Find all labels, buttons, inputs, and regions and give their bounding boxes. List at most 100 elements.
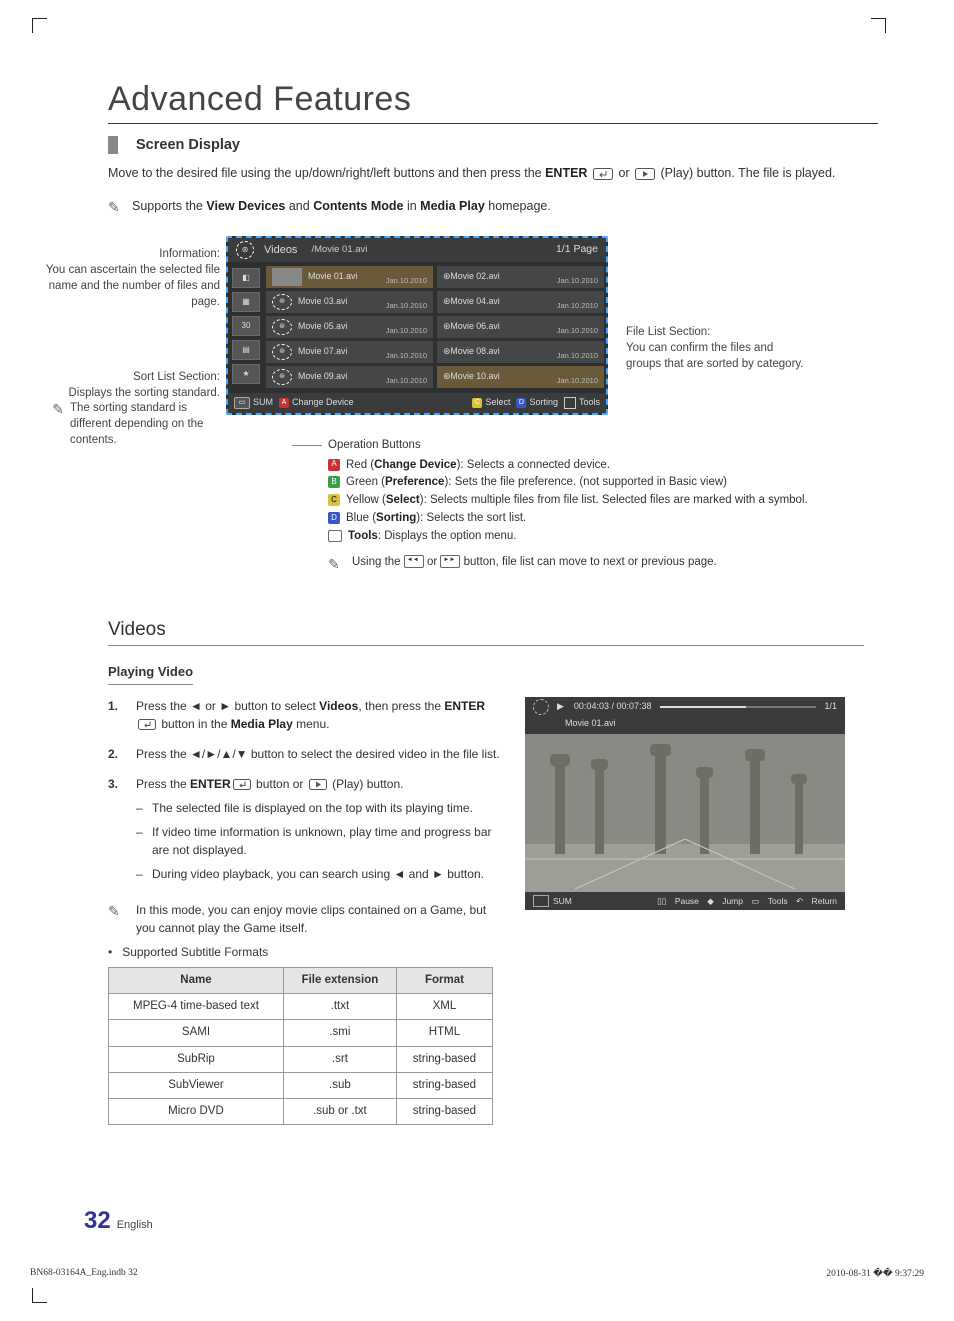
reel-icon: ⊛ xyxy=(272,294,292,310)
sort-icon[interactable]: 30 xyxy=(232,316,260,336)
sort-icon[interactable]: ▦ xyxy=(232,292,260,312)
intro-span: Move to the desired file using the up/do… xyxy=(108,166,545,180)
file-item[interactable]: ⊛Movie 08.aviJan.10.2010 xyxy=(437,341,604,363)
sort-icon[interactable]: ★ xyxy=(232,364,260,384)
player-sum: SUM xyxy=(553,895,572,908)
sort-note: The sorting standard is different depend… xyxy=(70,400,220,448)
crop-mark-tl xyxy=(32,18,47,33)
subtitle-table: NameFile extensionFormat MPEG-4 time-bas… xyxy=(108,967,493,1126)
intro-text: Move to the desired file using the up/do… xyxy=(108,164,864,183)
reel-icon: ⊛ xyxy=(443,270,450,283)
sort-icon[interactable]: ▤ xyxy=(232,340,260,360)
intro-enter: ENTER xyxy=(545,166,587,180)
n1e: in xyxy=(407,199,420,213)
op-red: Red (Change Device): Selects a connected… xyxy=(346,457,610,475)
panel-title: Videos xyxy=(264,242,297,259)
file-item[interactable]: ⊛Movie 10.aviJan.10.2010 xyxy=(437,366,604,388)
panel-path: /Movie 01.avi xyxy=(311,243,556,257)
sort-icon[interactable]: ◧ xyxy=(232,268,260,288)
reel-icon xyxy=(533,699,549,715)
sub1: The selected file is displayed on the to… xyxy=(152,799,473,817)
player-foot-actions: ▯▯ Pause ◆ Jump ▭ Tools ↶ Return xyxy=(651,895,837,908)
file-item[interactable]: ⊛Movie 07.aviJan.10.2010 xyxy=(266,341,433,363)
yellow-c-icon: C xyxy=(328,494,340,506)
n1d: Contents Mode xyxy=(313,199,403,213)
sub2: If video time information is unknown, pl… xyxy=(152,823,503,859)
tools-icon xyxy=(564,397,576,409)
foot-tools[interactable]: Tools xyxy=(579,396,600,410)
play-icon xyxy=(635,168,655,180)
tools-icon xyxy=(328,530,342,542)
n1g: homepage. xyxy=(488,199,551,213)
op-green: Green (Preference): Sets the file prefer… xyxy=(346,474,727,492)
sum-icon xyxy=(533,895,549,907)
crop-mark-bl xyxy=(32,1288,47,1303)
hand-icon: ✎ xyxy=(108,197,126,218)
op-yellow: Yellow (Select): Selects multiple files … xyxy=(346,492,808,510)
intro-end: (Play) button. The file is played. xyxy=(661,166,836,180)
subtitle-formats: Supported Subtitle Formats xyxy=(122,943,268,961)
video-player-screenshot: ▶ 00:04:03 / 00:07:38 1/1 Movie 01.avi xyxy=(525,697,845,911)
play-triangle-icon: ▶ xyxy=(557,700,564,714)
th-fmt: Format xyxy=(396,967,492,993)
videos-rule xyxy=(108,645,864,646)
table-row: SubViewer.substring-based xyxy=(109,1072,493,1098)
tv-screenshot-panel: ⊛ Videos /Movie 01.avi 1/1 Page ◧ ▦ 30 ▤… xyxy=(226,236,608,415)
hand-icon: ✎ xyxy=(328,554,346,576)
play-icon xyxy=(309,779,327,790)
file-item[interactable]: ⊛Movie 03.aviJan.10.2010 xyxy=(266,291,433,313)
table-row: SubRip.srtstring-based xyxy=(109,1046,493,1072)
enter-icon xyxy=(233,779,251,790)
player-file: Movie 01.avi xyxy=(525,717,845,735)
reel-icon: ⊛ xyxy=(272,319,292,335)
red-a-icon: A xyxy=(328,459,340,471)
foot-select[interactable]: Select xyxy=(485,396,510,410)
foot-change[interactable]: Change Device xyxy=(292,396,354,410)
player-time: 00:04:03 / 00:07:38 xyxy=(574,700,652,714)
rewind-icon xyxy=(404,555,424,568)
page-number: 32English xyxy=(84,1207,153,1235)
n1a: Supports the xyxy=(132,199,206,213)
section-title: Advanced Features xyxy=(108,80,924,119)
step-num: 1. xyxy=(108,697,122,733)
file-list: Movie 01.aviJan.10.2010⊛Movie 02.aviJan.… xyxy=(264,262,606,393)
file-item[interactable]: Movie 01.aviJan.10.2010 xyxy=(266,266,433,288)
game-note: In this mode, you can enjoy movie clips … xyxy=(136,901,503,937)
reel-icon: ⊛ xyxy=(272,369,292,385)
reel-icon: ⊛ xyxy=(443,370,450,383)
file-item[interactable]: ⊛Movie 02.aviJan.10.2010 xyxy=(437,266,604,288)
step3: Press the ENTER button or (Play) button. xyxy=(136,777,403,791)
sort-icons-column: ◧ ▦ 30 ▤ ★ xyxy=(228,262,264,393)
crop-mark-tr xyxy=(871,18,886,33)
enter-icon xyxy=(138,719,156,730)
foot-sum: SUM xyxy=(253,396,273,410)
op-blue: Blue (Sorting): Selects the sort list. xyxy=(346,510,526,528)
filelist-label-body: You can confirm the files and groups tha… xyxy=(626,340,806,372)
reel-icon: ⊛ xyxy=(443,345,450,358)
n1f: Media Play xyxy=(420,199,485,213)
foot-sorting[interactable]: Sorting xyxy=(529,396,558,410)
th-name: Name xyxy=(109,967,284,993)
title-rule xyxy=(108,123,878,124)
sub-marker-icon xyxy=(108,136,118,154)
forward-icon xyxy=(440,555,460,568)
file-item[interactable]: ⊛Movie 06.aviJan.10.2010 xyxy=(437,316,604,338)
intro-mid: or xyxy=(618,166,633,180)
red-a-icon: A xyxy=(279,398,289,408)
dash: – xyxy=(136,799,144,817)
step-num: 3. xyxy=(108,775,122,889)
reel-icon: ⊛ xyxy=(443,320,450,333)
sort-label-title: Sort List Section: xyxy=(69,369,221,385)
dash: – xyxy=(136,823,144,859)
file-item[interactable]: ⊛Movie 09.aviJan.10.2010 xyxy=(266,366,433,388)
filelist-label-title: File List Section: xyxy=(626,324,806,340)
table-row: Micro DVD.sub or .txtstring-based xyxy=(109,1099,493,1125)
footer-left: BN68-03164A_Eng.indb 32 xyxy=(30,1268,138,1279)
note1: Supports the View Devices and Contents M… xyxy=(132,197,551,216)
bullet: • xyxy=(108,943,112,961)
player-page: 1/1 xyxy=(824,700,837,714)
file-item[interactable]: ⊛Movie 04.aviJan.10.2010 xyxy=(437,291,604,313)
file-item[interactable]: ⊛Movie 05.aviJan.10.2010 xyxy=(266,316,433,338)
step1: Press the ◄ or ► button to select Videos… xyxy=(136,697,503,733)
reel-icon: ⊛ xyxy=(272,344,292,360)
